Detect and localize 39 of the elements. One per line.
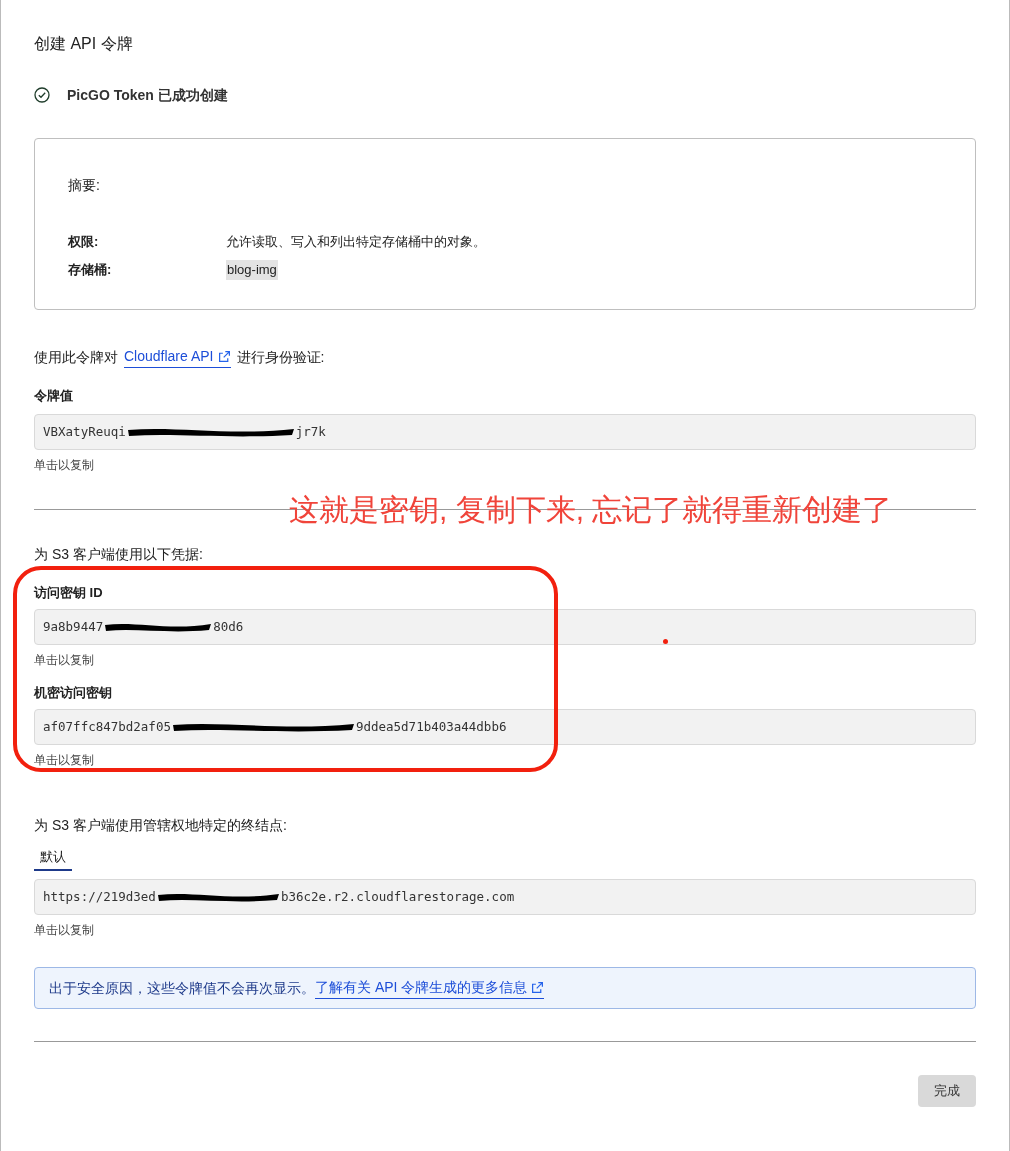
auth-text: 使用此令牌对 <box>34 347 118 367</box>
field-value-start: VBXatyReuqi <box>43 422 126 441</box>
success-message: PicGO Token 已成功创建 <box>67 85 228 105</box>
field-value-end: jr7k <box>295 422 326 441</box>
learn-more-link[interactable]: 了解有关 API 令牌生成的更多信息 <box>315 977 545 999</box>
done-button[interactable]: 完成 <box>918 1075 976 1107</box>
external-link-icon <box>217 350 231 363</box>
section-heading: 为 S3 客户端使用以下凭据: <box>34 545 203 564</box>
field-value-end: b36c2e.r2.cloudflarestorage.com <box>280 887 515 906</box>
auth-text: 进行身份验证: <box>236 347 325 367</box>
copy-hint: 单击以复制 <box>34 652 94 669</box>
summary-heading: 摘要: <box>68 176 101 195</box>
section-heading: 为 S3 客户端使用管辖权地特定的终结点: <box>34 816 287 835</box>
copy-hint: 单击以复制 <box>34 922 94 939</box>
dialog-title: 创建 API 令牌 <box>34 34 133 54</box>
field-label: 访问密钥 ID <box>34 584 103 601</box>
external-link-icon <box>531 981 545 994</box>
endpoint-tab[interactable]: 默认 <box>34 845 72 871</box>
check-circle-icon <box>34 87 50 103</box>
credential-field[interactable]: 9a8b9447 80d6 <box>34 609 976 645</box>
summary-label: 存储桶: <box>68 261 113 280</box>
field-value-end: 9ddea5d71b403a44dbb6 <box>355 717 507 736</box>
endpoint-field[interactable]: https://219d3ed b36c2e.r2.cloudflarestorage.com <box>34 879 976 915</box>
bucket-tag: blog-img <box>226 260 278 280</box>
copy-hint: 单击以复制 <box>34 752 94 769</box>
field-value-start: af07ffc847bd2af05 <box>43 717 171 736</box>
summary-label: 权限: <box>68 233 100 252</box>
field-label: 机密访问密钥 <box>34 684 112 701</box>
notice-text: 出于安全原因，这些令牌值不会再次显示。 <box>49 978 315 998</box>
field-value-end: 80d6 <box>213 617 244 636</box>
credential-field[interactable]: af07ffc847bd2af05 9ddea5d71b403a44dbb6 <box>34 709 976 745</box>
summary-value: 允许读取、写入和列出特定存储桶中的对象。 <box>226 233 486 252</box>
cloudflare-api-link[interactable]: Cloudflare API <box>124 346 231 368</box>
field-label: 令牌值 <box>34 387 73 404</box>
token-field[interactable]: VBXatyReuqi jr7k <box>34 414 976 450</box>
field-value-start: 9a8b9447 <box>43 617 104 636</box>
copy-hint: 单击以复制 <box>34 457 94 474</box>
field-value-start: https://219d3ed <box>43 887 156 906</box>
annotation-text: 这就是密钥, 复制下来, 忘记了就得重新创建了 <box>289 492 893 528</box>
